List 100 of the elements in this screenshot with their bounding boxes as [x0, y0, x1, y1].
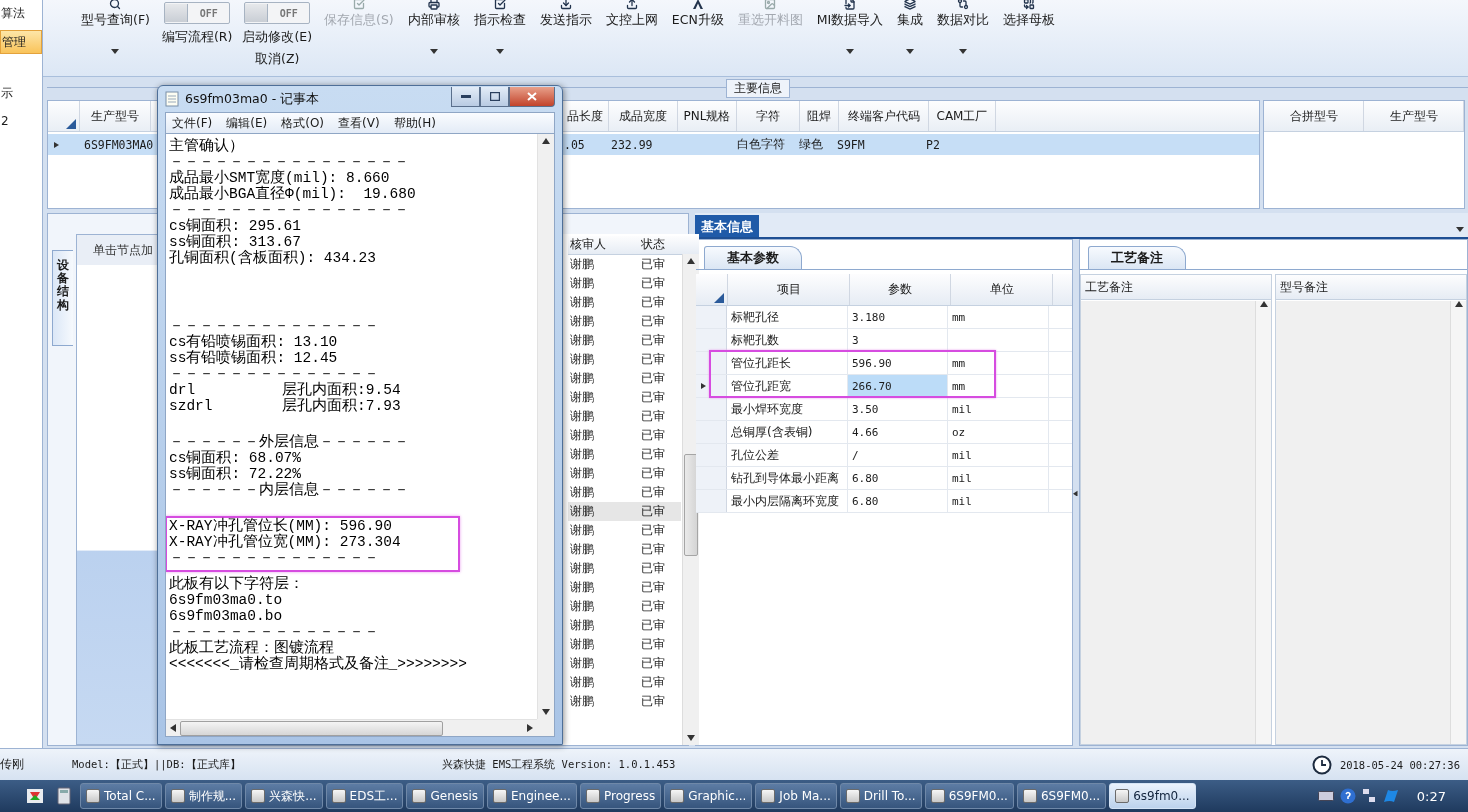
- table-cell[interactable]: 266.70: [848, 375, 948, 397]
- close-button[interactable]: [509, 87, 555, 107]
- column-header[interactable]: 字符: [737, 101, 800, 131]
- table-cell: mm: [948, 306, 1049, 328]
- column-header[interactable]: 生产型号: [1364, 101, 1464, 131]
- toolbar-button[interactable]: 型号查询(F): [75, 0, 156, 70]
- toggle-switch[interactable]: OFF: [164, 2, 231, 24]
- notes-tab[interactable]: 工艺备注: [1088, 246, 1186, 269]
- column-header[interactable]: 阻焊: [800, 101, 839, 131]
- taskbar-button[interactable]: 6S9FM0...: [924, 783, 1014, 809]
- menu-item[interactable]: 文件(F): [172, 114, 213, 132]
- menu-item[interactable]: 帮助(H): [393, 114, 436, 132]
- panel-tab[interactable]: 基本信息: [695, 215, 759, 237]
- table-cell[interactable]: /: [848, 444, 948, 466]
- help-icon[interactable]: [1339, 788, 1356, 804]
- scrollbar[interactable]: [1450, 301, 1466, 744]
- toolbar-button[interactable]: 指示检查: [467, 0, 532, 70]
- toolbar-button[interactable]: 选择母板: [997, 0, 1062, 70]
- horizontal-scrollbar[interactable]: [166, 719, 537, 736]
- table-cell-text: .05: [563, 136, 586, 154]
- network-icon[interactable]: [1361, 788, 1376, 804]
- row-header[interactable]: [696, 329, 727, 351]
- scroll-right-icon[interactable]: [527, 724, 533, 732]
- taskbar-button[interactable]: 6S9FM0...: [1016, 783, 1107, 809]
- table-cell[interactable]: 596.90: [848, 352, 948, 374]
- row-header[interactable]: [696, 352, 727, 374]
- toolbar-button[interactable]: 内部审核: [401, 0, 466, 70]
- taskbar-button[interactable]: Progress: [579, 783, 662, 809]
- toolbar-button[interactable]: 数据对比: [931, 0, 996, 70]
- taskbar-button[interactable]: 兴森快...: [245, 783, 323, 809]
- column-header[interactable]: 生产型号: [80, 101, 151, 131]
- column-header[interactable]: 项目: [728, 274, 850, 305]
- taskbar-clock[interactable]: 0:27: [1402, 788, 1464, 804]
- scrollbar[interactable]: [537, 134, 554, 719]
- taskbar-button[interactable]: Total C...: [80, 783, 162, 809]
- params-tab[interactable]: 基本参数: [704, 246, 802, 269]
- text-line: cs铜面积: 295.61: [169, 218, 301, 234]
- sidebar-item[interactable]: 算法: [0, 2, 42, 24]
- app-icon[interactable]: [26, 787, 44, 805]
- scrollbar[interactable]: [1255, 301, 1271, 744]
- list-row[interactable]: 谢鹏 已审: [568, 502, 681, 521]
- table-cell: 孔位公差: [727, 444, 848, 466]
- sidebar-item[interactable]: 示: [0, 82, 42, 104]
- toolbar-button[interactable]: MI数据导入: [810, 0, 890, 70]
- table-cell[interactable]: 3: [848, 329, 948, 351]
- table-cell[interactable]: 3.180: [848, 306, 948, 328]
- caret-icon[interactable]: [906, 49, 915, 55]
- table-cell[interactable]: 6.80: [848, 467, 948, 489]
- column-header[interactable]: 单位: [951, 274, 1053, 305]
- toolbar-button[interactable]: 发送指示: [533, 0, 598, 70]
- column-header[interactable]: 成品宽度: [609, 101, 678, 131]
- scroll-up-icon: [542, 138, 550, 144]
- table-cell[interactable]: 6.80: [848, 490, 948, 512]
- toggle-switch[interactable]: OFF: [244, 2, 311, 24]
- column-header[interactable]: 核审人: [568, 236, 639, 254]
- taskbar-button[interactable]: Graphic...: [664, 783, 753, 809]
- caret-icon[interactable]: [429, 49, 438, 55]
- toolbar-button[interactable]: 文控上网: [599, 0, 664, 70]
- taskbar-button[interactable]: Enginee...: [487, 783, 577, 809]
- caret-icon[interactable]: [846, 49, 854, 55]
- table-cell[interactable]: 3.50: [848, 398, 948, 420]
- taskbar-button[interactable]: Genesis: [406, 783, 484, 809]
- menu-item[interactable]: 编辑(E): [226, 114, 268, 132]
- sidebar-item[interactable]: 管理: [0, 30, 42, 54]
- taskbar-button[interactable]: 制作规...: [164, 783, 243, 809]
- scroll-left-icon[interactable]: [170, 724, 176, 732]
- column-header[interactable]: 工艺备注: [1081, 275, 1271, 300]
- scroll-thumb[interactable]: [684, 454, 698, 556]
- window-icon: [761, 789, 776, 803]
- side-tab[interactable]: 设备结构: [52, 250, 73, 346]
- toolbar-button[interactable]: 集成: [891, 0, 930, 70]
- caret-icon[interactable]: [959, 49, 968, 55]
- caret-icon[interactable]: [111, 49, 120, 55]
- keyboard-icon[interactable]: [1317, 790, 1334, 802]
- calculator-icon[interactable]: [57, 787, 71, 805]
- column-header[interactable]: CAM工厂: [929, 101, 996, 131]
- row-header[interactable]: [696, 375, 727, 397]
- scroll-thumb[interactable]: [180, 720, 443, 736]
- table-cell: 标靶孔数: [727, 329, 848, 351]
- column-header[interactable]: 状态: [639, 236, 681, 254]
- column-header[interactable]: 终端客户代码: [839, 101, 929, 131]
- merge-icon: [1023, 0, 1036, 10]
- column-header[interactable]: 参数: [850, 274, 951, 305]
- compare-icon: [957, 0, 970, 10]
- maximize-button[interactable]: [480, 87, 509, 107]
- toolbar-button[interactable]: ECN升级: [665, 0, 730, 70]
- sidebar-item[interactable]: 2: [0, 110, 42, 132]
- taskbar-button[interactable]: Job Ma...: [755, 783, 837, 809]
- column-header[interactable]: PNL规格: [678, 101, 737, 131]
- column-header[interactable]: 型号备注: [1276, 275, 1466, 300]
- table-cell[interactable]: 4.66: [848, 421, 948, 443]
- column-header[interactable]: 合拼型号: [1264, 101, 1364, 131]
- taskbar-button[interactable]: EDS工...: [325, 783, 404, 809]
- taskbar-button[interactable]: 6s9fm0...: [1109, 783, 1196, 809]
- menu-item[interactable]: 查看(V): [338, 114, 380, 132]
- minimize-button[interactable]: [451, 87, 480, 107]
- caret-icon[interactable]: [495, 49, 504, 55]
- cancel-label[interactable]: 取消(Z): [255, 51, 300, 68]
- taskbar-button[interactable]: Drill To...: [839, 783, 922, 809]
- menu-item[interactable]: 格式(O): [281, 114, 325, 132]
